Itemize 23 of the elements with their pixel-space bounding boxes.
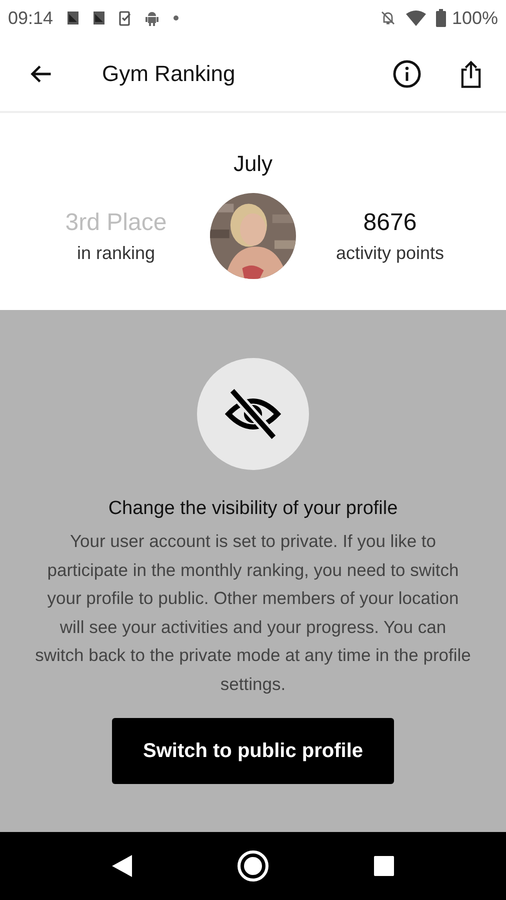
switch-public-button[interactable]: Switch to public profile	[112, 718, 394, 784]
checklist-icon	[119, 10, 132, 26]
triangle-back-icon	[112, 855, 132, 877]
home-circle-icon	[236, 850, 269, 882]
battery-level: 100%	[452, 8, 498, 28]
points-value: 8676	[362, 208, 418, 236]
status-time: 09:14	[8, 8, 54, 28]
android-icon	[145, 10, 160, 26]
bell-off-icon	[380, 10, 396, 26]
sim-icon	[93, 11, 106, 25]
wifi-icon	[406, 10, 426, 26]
square-icon	[374, 856, 394, 876]
dialog-message: Your user account is set to private. If you like to participate in the monthly ranking, you need to switch your profile to public. Other members of your location will see your activities and your progress. You can switch back to the private mode at any time in the profile settings.	[35, 530, 471, 696]
info-icon	[392, 58, 422, 88]
month-label: July	[233, 151, 273, 177]
dot-icon	[173, 15, 180, 21]
screen-title: Gym Ranking	[102, 60, 236, 86]
dialog-title: Change the visibility of your profile	[108, 498, 398, 520]
points-caption: activity points	[334, 242, 446, 264]
sim-icon	[67, 11, 80, 25]
rank-caption: in ranking	[76, 242, 156, 264]
rank-value: 3rd Place	[64, 208, 168, 236]
battery-icon	[436, 9, 446, 27]
